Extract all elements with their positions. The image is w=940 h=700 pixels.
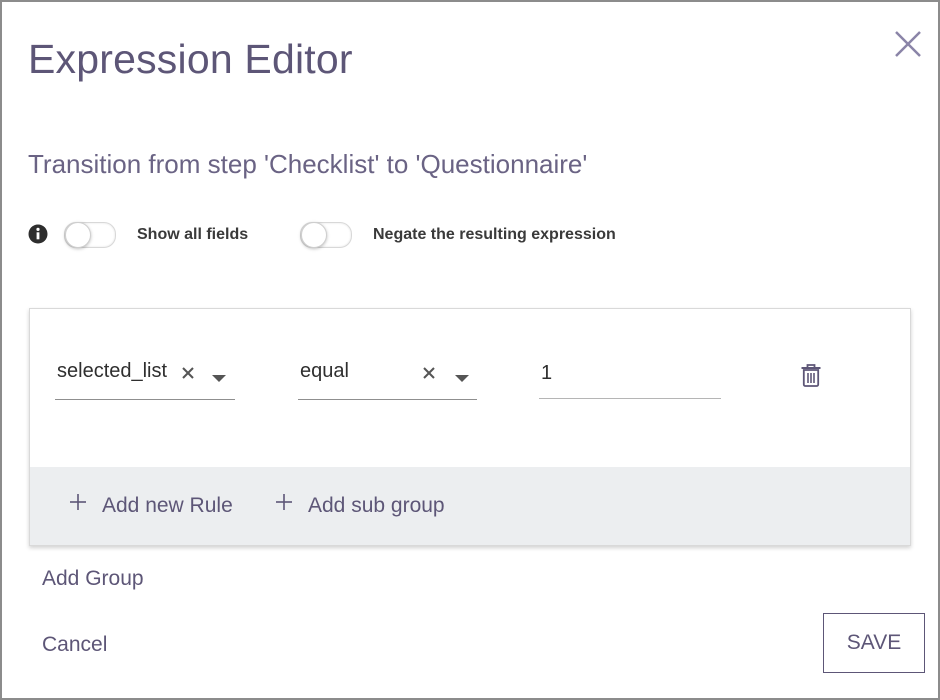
field-select[interactable]: selected_list [55, 349, 235, 400]
cancel-button[interactable]: Cancel [42, 633, 107, 657]
options-row: Show all fields Negate the resulting exp… [28, 220, 728, 250]
operator-select-value: equal [300, 360, 349, 382]
add-rule-label: Add new Rule [102, 494, 233, 517]
toggle-knob [65, 222, 91, 248]
clear-operator-icon[interactable] [420, 364, 438, 382]
transition-subtitle: Transition from step 'Checklist' to 'Que… [28, 149, 588, 179]
add-group-button[interactable]: Add Group [42, 567, 144, 591]
clear-field-icon[interactable] [179, 364, 197, 382]
operand-value-input[interactable] [539, 349, 721, 399]
save-button[interactable]: SAVE [823, 613, 925, 673]
field-select-value: selected_list [57, 360, 168, 382]
rule-group-card: selected_list equal 1 Add new Rule Add s… [29, 308, 911, 546]
negate-expression-label: Negate the resulting expression [373, 226, 616, 243]
operator-select[interactable]: equal [298, 349, 477, 400]
close-icon[interactable] [890, 26, 926, 62]
chevron-down-icon[interactable] [455, 375, 469, 382]
plus-icon [70, 494, 86, 510]
rule-group-footer: Add new Rule Add sub group [30, 467, 910, 545]
trash-icon[interactable] [800, 363, 822, 387]
negate-expression-toggle[interactable] [300, 222, 352, 248]
add-subgroup-label: Add sub group [308, 494, 445, 517]
info-icon[interactable] [28, 224, 48, 244]
plus-icon [276, 494, 292, 510]
toggle-knob [301, 222, 327, 248]
rule-row: selected_list equal [30, 309, 910, 467]
chevron-down-icon[interactable] [212, 375, 226, 382]
show-all-fields-toggle[interactable] [64, 222, 116, 248]
show-all-fields-label: Show all fields [137, 226, 249, 243]
dialog-title: Expression Editor [28, 36, 353, 82]
expression-editor-dialog: Expression Editor Transition from step '… [0, 0, 940, 700]
